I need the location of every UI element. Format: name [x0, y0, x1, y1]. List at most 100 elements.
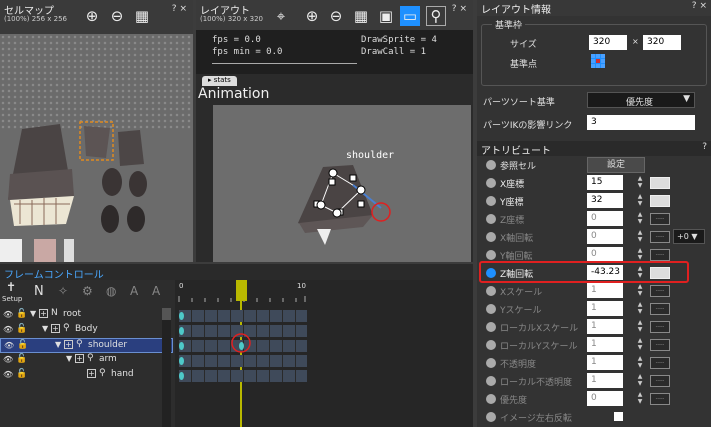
attr-value-field[interactable]: 0: [587, 211, 623, 226]
attr-value-field[interactable]: 1: [587, 283, 623, 298]
set-button[interactable]: 設定: [587, 157, 645, 173]
zoom-in-icon[interactable]: ⊕: [302, 6, 322, 26]
eye-icon[interactable]: 👁: [3, 355, 13, 364]
attr-value-field[interactable]: 1: [587, 373, 623, 388]
text-alt-icon[interactable]: A: [152, 284, 160, 298]
stepper-icon[interactable]: ▲ ▼: [635, 319, 645, 334]
curve-toggle-icon[interactable]: [650, 195, 670, 207]
key-bullet-icon[interactable]: [486, 196, 496, 206]
attr-value-field[interactable]: 1: [587, 301, 623, 316]
grid-icon[interactable]: ▦: [132, 6, 152, 26]
stepper-icon[interactable]: ▲ ▼: [635, 229, 645, 244]
lock-icon[interactable]: 🔓: [16, 324, 27, 334]
key-bullet-icon[interactable]: [486, 286, 496, 296]
key-bullet-icon[interactable]: [486, 232, 496, 242]
new-bone-icon[interactable]: N: [34, 284, 44, 299]
key-bullet-icon[interactable]: [486, 358, 496, 368]
attr-value-field[interactable]: 1: [587, 355, 623, 370]
timeline-track[interactable]: [179, 310, 307, 322]
help-icon[interactable]: ?: [172, 4, 177, 14]
expand-box-icon[interactable]: +: [64, 340, 73, 349]
curve-toggle-icon[interactable]: ----: [650, 213, 670, 225]
expand-box-icon[interactable]: +: [75, 354, 84, 363]
height-field[interactable]: 320: [643, 35, 681, 50]
key-bullet-icon[interactable]: [486, 376, 496, 386]
stepper-icon[interactable]: ▲ ▼: [635, 175, 645, 190]
key-bullet-icon[interactable]: [486, 322, 496, 332]
curve-toggle-icon[interactable]: ----: [650, 375, 670, 387]
origin-grid-icon[interactable]: [590, 53, 606, 69]
cellmap-canvas[interactable]: [0, 34, 193, 262]
layout-viewport[interactable]: shoulder: [213, 105, 471, 262]
attr-value-field[interactable]: 0: [587, 391, 623, 406]
add-part-icon[interactable]: ⚙: [82, 284, 93, 298]
close-icon[interactable]: ×: [699, 1, 707, 11]
image-icon[interactable]: ▣: [376, 6, 396, 26]
expand-box-icon[interactable]: +: [51, 324, 60, 333]
lock-icon[interactable]: 🔓: [16, 369, 27, 379]
zoom-in-icon[interactable]: ⊕: [82, 6, 102, 26]
curve-toggle-icon[interactable]: ----: [650, 285, 670, 297]
add-mask-icon[interactable]: ◍: [106, 284, 116, 298]
attr-value-field[interactable]: 0: [587, 229, 623, 244]
keyframe-marker[interactable]: [179, 312, 184, 320]
lock-icon[interactable]: 🔓: [16, 354, 27, 364]
curve-toggle-icon[interactable]: ----: [650, 321, 670, 333]
curve-toggle-icon[interactable]: ----: [650, 303, 670, 315]
curve-toggle-icon[interactable]: ----: [650, 393, 670, 405]
eye-icon[interactable]: 👁: [4, 341, 14, 350]
attr-value-field[interactable]: 15: [587, 175, 623, 190]
keyframe-marker[interactable]: [179, 357, 184, 365]
attr-value-field[interactable]: 32: [587, 193, 623, 208]
curve-toggle-icon[interactable]: ----: [650, 249, 670, 261]
text-icon[interactable]: A: [130, 284, 138, 298]
curve-toggle-icon[interactable]: ----: [650, 339, 670, 351]
stepper-icon[interactable]: ▲ ▼: [635, 355, 645, 370]
stepper-icon[interactable]: ▲ ▼: [635, 337, 645, 352]
playhead-handle[interactable]: [236, 280, 247, 301]
timeline-area[interactable]: 0 10: [175, 280, 473, 427]
stepper-icon[interactable]: ▲ ▼: [635, 373, 645, 388]
expand-box-icon[interactable]: +: [87, 369, 96, 378]
attr-value-field[interactable]: 1: [587, 337, 623, 352]
lock-icon[interactable]: 🔓: [16, 309, 27, 319]
key-bullet-icon[interactable]: [486, 214, 496, 224]
grid-icon[interactable]: ▦: [351, 6, 371, 26]
close-icon[interactable]: ×: [459, 4, 467, 14]
zoom-out-icon[interactable]: ⊖: [107, 6, 127, 26]
tree-row[interactable]: 👁 🔓 ▼ + ⚲ shoulder: [0, 338, 173, 353]
expand-icon[interactable]: ▼: [30, 309, 36, 318]
stepper-icon[interactable]: ▲ ▼: [635, 283, 645, 298]
frame-toggle-icon[interactable]: ▭: [400, 6, 420, 26]
flip-checkbox[interactable]: [614, 412, 623, 421]
tree-row[interactable]: 👁 🔓 ▼ + ⚲ arm: [0, 353, 173, 368]
key-bullet-icon[interactable]: [486, 178, 496, 188]
attr-value-field[interactable]: 0: [587, 247, 623, 262]
key-bullet-icon[interactable]: [486, 412, 496, 422]
tree-scrollbar[interactable]: [162, 308, 171, 427]
bone-toggle-icon[interactable]: ⚲: [426, 6, 446, 26]
stepper-icon[interactable]: ▲ ▼: [635, 391, 645, 406]
key-bullet-icon[interactable]: [486, 304, 496, 314]
eye-icon[interactable]: 👁: [3, 325, 13, 334]
tree-row[interactable]: 👁 🔓 + ⚲ hand: [0, 368, 173, 383]
keyframe-marker[interactable]: [179, 327, 184, 335]
stepper-icon[interactable]: ▲ ▼: [635, 301, 645, 316]
timeline-track[interactable]: [179, 370, 307, 382]
help-icon[interactable]: ?: [692, 1, 697, 11]
stepper-icon[interactable]: ▲ ▼: [635, 247, 645, 262]
tree-row[interactable]: 👁 🔓 ▼ + ⚲ Body: [0, 323, 173, 338]
sort-select[interactable]: 優先度 ▼: [587, 92, 695, 108]
add-effect-icon[interactable]: ✧: [58, 284, 68, 298]
stepper-icon[interactable]: ▲ ▼: [635, 211, 645, 226]
tree-row[interactable]: 👁 🔓 ▼ + N root: [0, 308, 173, 323]
curve-toggle-icon[interactable]: [650, 177, 670, 189]
expand-icon[interactable]: ▼: [42, 324, 48, 333]
expand-box-icon[interactable]: +: [39, 309, 48, 318]
close-icon[interactable]: ×: [179, 4, 187, 14]
keyframe-marker[interactable]: [179, 372, 184, 380]
expand-icon[interactable]: ▼: [55, 340, 61, 349]
width-field[interactable]: 320: [589, 35, 627, 50]
eye-icon[interactable]: 👁: [3, 370, 13, 379]
key-bullet-icon[interactable]: [486, 340, 496, 350]
